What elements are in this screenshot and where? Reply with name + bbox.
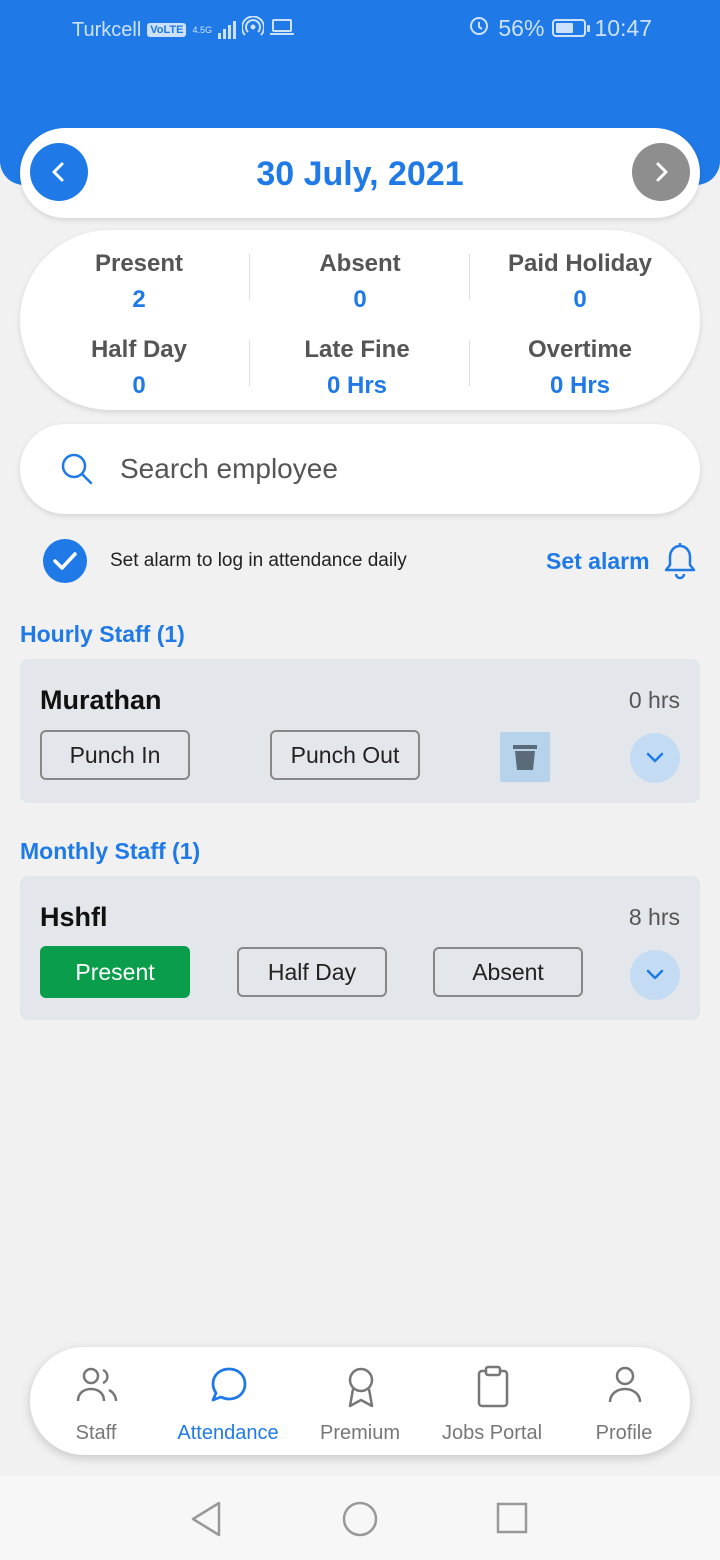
summary-label: Paid Holiday [507, 250, 653, 277]
summary-paid-holiday: Paid Holiday 0 [470, 250, 690, 314]
summary-value: 0 Hrs [326, 372, 388, 399]
staff-card-monthly: Hshfl 8 hrs Present Half Day Absent [20, 876, 700, 1020]
summary-label: Absent [319, 250, 401, 277]
summary-label: Overtime [527, 336, 633, 363]
summary-label: Present [94, 250, 184, 277]
nav-label: Attendance [177, 1422, 279, 1444]
summary-value: 0 Hrs [549, 372, 611, 399]
clock-time: 10:47 [594, 14, 652, 41]
chevron-right-icon [656, 162, 668, 182]
expand-button[interactable] [630, 950, 680, 1000]
hourly-staff-title: Hourly Staff (1) [20, 621, 185, 647]
checkmark-icon [53, 552, 77, 570]
staff-hours: 0 hrs [628, 687, 680, 713]
summary-present: Present 2 [29, 250, 249, 314]
search-bar [20, 424, 700, 514]
signal-icon [218, 21, 236, 39]
staff-name: Murathan [40, 685, 162, 715]
staff-card-hourly: Murathan 0 hrs Punch In Punch Out [20, 659, 700, 803]
nav-premium[interactable]: Premium [294, 1347, 426, 1455]
punch-in-button[interactable]: Punch In [40, 730, 190, 780]
users-icon [76, 1367, 118, 1402]
search-icon [61, 453, 93, 485]
carrier-name: Turkcell [72, 18, 142, 41]
summary-value: 0 [132, 372, 146, 399]
summary-value: 0 [353, 286, 367, 313]
network-type: 4.5G [192, 24, 212, 35]
back-icon[interactable] [188, 1500, 224, 1538]
bell-icon[interactable] [662, 542, 698, 580]
hotspot-icon [241, 15, 265, 44]
alarm-checkbox[interactable] [43, 539, 87, 583]
half-day-button[interactable]: Half Day [237, 947, 387, 997]
current-date: 30 July, 2021 [256, 155, 464, 193]
present-button[interactable]: Present [40, 946, 190, 998]
trash-icon [513, 745, 537, 770]
nav-profile[interactable]: Profile [558, 1347, 690, 1455]
staff-hours: 8 hrs [628, 904, 680, 930]
alarm-clock-icon [468, 14, 490, 42]
system-navigation-bar [0, 1476, 720, 1560]
battery-icon [552, 19, 591, 37]
delete-button[interactable] [500, 732, 550, 782]
chat-bubble-icon [211, 1367, 247, 1402]
staff-name: Hshfl [40, 902, 108, 932]
bottom-navigation: Staff Attendance Premium Jobs Portal Pro… [30, 1347, 690, 1455]
summary-late-fine: Late Fine 0 Hrs [247, 336, 467, 400]
clipboard-icon [477, 1365, 509, 1408]
nav-label: Staff [75, 1422, 117, 1444]
chevron-down-icon [646, 969, 664, 980]
battery-percent: 56% [498, 14, 545, 41]
volte-badge: VoLTE [147, 23, 187, 37]
summary-absent: Absent 0 [250, 250, 470, 314]
alarm-description: Set alarm to log in attendance daily [110, 550, 407, 571]
summary-overtime: Overtime 0 Hrs [470, 336, 690, 400]
status-right: 56% 10:47 [468, 14, 652, 42]
nav-label: Premium [319, 1422, 400, 1444]
summary-value: 0 [573, 286, 587, 313]
status-bar: Turkcell VoLTE 4.5G 56% 10:47 [0, 0, 720, 56]
summary-value: 2 [132, 286, 146, 313]
award-icon [348, 1367, 374, 1408]
laptop-icon [270, 17, 294, 43]
nav-jobs-portal[interactable]: Jobs Portal [426, 1347, 558, 1455]
punch-out-button[interactable]: Punch Out [270, 730, 420, 780]
next-date-button[interactable] [632, 143, 690, 201]
nav-label: Profile [595, 1422, 653, 1444]
summary-half-day: Half Day 0 [29, 336, 249, 400]
recents-icon[interactable] [495, 1500, 529, 1536]
search-employee-input[interactable] [120, 444, 660, 494]
nav-attendance[interactable]: Attendance [162, 1347, 294, 1455]
status-left: Turkcell VoLTE 4.5G [72, 15, 294, 44]
summary-label: Half Day [90, 336, 188, 363]
absent-button[interactable]: Absent [433, 947, 583, 997]
home-icon[interactable] [341, 1500, 379, 1538]
nav-staff[interactable]: Staff [30, 1347, 162, 1455]
expand-button[interactable] [630, 733, 680, 783]
user-icon [608, 1366, 642, 1403]
monthly-staff-title: Monthly Staff (1) [20, 838, 201, 864]
set-alarm-link[interactable]: Set alarm [546, 548, 650, 575]
nav-label: Jobs Portal [441, 1422, 543, 1444]
date-navigator: 30 July, 2021 [20, 128, 700, 218]
attendance-summary: Present 2 Absent 0 Paid Holiday 0 Half D… [20, 230, 700, 410]
summary-label: Late Fine [304, 336, 410, 363]
chevron-down-icon [646, 752, 664, 763]
